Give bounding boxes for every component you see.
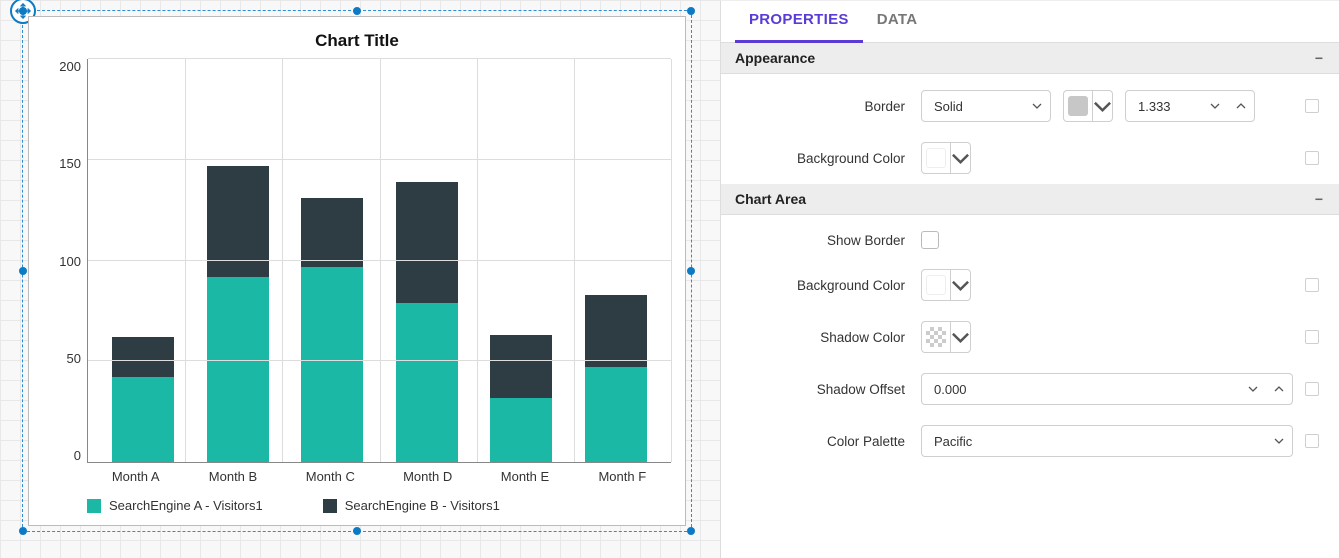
- y-tick: 200: [59, 59, 81, 74]
- label-shadow-offset: Shadow Offset: [741, 382, 921, 397]
- section-title: Appearance: [735, 50, 815, 66]
- x-tick: Month A: [87, 469, 184, 484]
- row-show-border: Show Border: [741, 231, 1319, 249]
- chart-legend: SearchEngine A - Visitors1 SearchEngine …: [43, 498, 671, 513]
- row-shadow-offset: Shadow Offset 0.000: [741, 373, 1319, 405]
- resize-handle[interactable]: [19, 267, 27, 275]
- properties-panel: PROPERTIES DATA Appearance − Border Soli…: [720, 0, 1339, 558]
- resize-handle[interactable]: [19, 527, 27, 535]
- spinner-down-icon[interactable]: [1240, 374, 1266, 404]
- design-canvas[interactable]: Chart Title 200150100500 Month AMonth BM…: [0, 0, 720, 558]
- border-style-value: Solid: [934, 99, 963, 114]
- chevron-down-icon: [950, 143, 970, 173]
- tab-data[interactable]: DATA: [863, 1, 932, 42]
- expression-box[interactable]: [1305, 382, 1319, 396]
- show-border-checkbox[interactable]: [921, 231, 939, 249]
- legend-label: SearchEngine A - Visitors1: [109, 498, 263, 513]
- appearance-bg-color-select[interactable]: [921, 142, 971, 174]
- y-tick: 100: [59, 254, 81, 269]
- x-tick: Month C: [282, 469, 379, 484]
- y-tick: 150: [59, 156, 81, 171]
- chart-container[interactable]: Chart Title 200150100500 Month AMonth BM…: [28, 16, 686, 526]
- section-appearance-header[interactable]: Appearance −: [721, 43, 1339, 74]
- row-color-palette: Color Palette Pacific: [741, 425, 1319, 457]
- chevron-down-icon: [950, 270, 970, 300]
- section-chart-area-body: Show Border Background Color Shadow Colo…: [721, 215, 1339, 467]
- bar: [396, 59, 458, 462]
- spinner-up-icon[interactable]: [1266, 374, 1292, 404]
- x-tick: Month B: [184, 469, 281, 484]
- resize-handle[interactable]: [687, 7, 695, 15]
- tab-properties[interactable]: PROPERTIES: [735, 1, 863, 43]
- row-shadow-color: Shadow Color: [741, 321, 1319, 353]
- chevron-down-icon: [1092, 91, 1112, 121]
- legend-swatch-icon: [87, 499, 101, 513]
- section-chart-area-header[interactable]: Chart Area −: [721, 184, 1339, 215]
- color-swatch-icon: [1068, 96, 1088, 116]
- label-show-border: Show Border: [741, 233, 921, 248]
- expression-box[interactable]: [1305, 151, 1319, 165]
- resize-handle[interactable]: [687, 527, 695, 535]
- expression-box[interactable]: [1305, 99, 1319, 113]
- label-border: Border: [741, 99, 921, 114]
- row-border: Border Solid 1.333: [741, 90, 1319, 122]
- label-chartarea-bg: Background Color: [741, 278, 921, 293]
- label-shadow-color: Shadow Color: [741, 330, 921, 345]
- y-tick: 50: [67, 351, 81, 366]
- chart-y-axis: 200 150 100 50 0: [43, 59, 87, 463]
- color-swatch-icon: [926, 148, 946, 168]
- bar: [207, 59, 269, 462]
- legend-swatch-icon: [323, 499, 337, 513]
- palette-value: Pacific: [934, 434, 972, 449]
- bar: [112, 59, 174, 462]
- chart-plot-area: [87, 59, 671, 463]
- legend-label: SearchEngine B - Visitors1: [345, 498, 500, 513]
- chart-plot: 200 150 100 50 0: [43, 59, 671, 463]
- expression-box[interactable]: [1305, 278, 1319, 292]
- x-tick: Month E: [476, 469, 573, 484]
- x-tick: Month F: [574, 469, 671, 484]
- legend-item-b: SearchEngine B - Visitors1: [323, 498, 500, 513]
- color-palette-select[interactable]: Pacific: [921, 425, 1293, 457]
- resize-handle[interactable]: [19, 7, 27, 15]
- panel-tabs: PROPERTIES DATA: [721, 1, 1339, 43]
- chart-x-axis: Month AMonth BMonth CMonth DMonth EMonth…: [43, 469, 671, 484]
- border-color-select[interactable]: [1063, 90, 1113, 122]
- color-swatch-icon: [926, 327, 946, 347]
- bar: [301, 59, 363, 462]
- shadow-offset-value: 0.000: [934, 382, 1240, 397]
- x-tick: Month D: [379, 469, 476, 484]
- chevron-down-icon: [1274, 436, 1284, 446]
- legend-item-a: SearchEngine A - Visitors1: [87, 498, 263, 513]
- border-style-select[interactable]: Solid: [921, 90, 1051, 122]
- section-appearance-body: Border Solid 1.333: [721, 74, 1339, 184]
- label-bg: Background Color: [741, 151, 921, 166]
- row-appearance-bg: Background Color: [741, 142, 1319, 174]
- bar: [585, 59, 647, 462]
- shadow-color-select[interactable]: [921, 321, 971, 353]
- chartarea-bg-color-select[interactable]: [921, 269, 971, 301]
- spinner-up-icon[interactable]: [1228, 91, 1254, 121]
- chevron-down-icon: [950, 322, 970, 352]
- section-title: Chart Area: [735, 191, 806, 207]
- resize-handle[interactable]: [687, 267, 695, 275]
- color-swatch-icon: [926, 275, 946, 295]
- collapse-icon[interactable]: −: [1313, 50, 1325, 66]
- border-width-spinner[interactable]: 1.333: [1125, 90, 1255, 122]
- shadow-offset-spinner[interactable]: 0.000: [921, 373, 1293, 405]
- chart-title: Chart Title: [43, 27, 671, 59]
- collapse-icon[interactable]: −: [1313, 191, 1325, 207]
- label-palette: Color Palette: [741, 434, 921, 449]
- resize-handle[interactable]: [353, 7, 361, 15]
- row-chartarea-bg: Background Color: [741, 269, 1319, 301]
- border-width-value: 1.333: [1138, 99, 1202, 114]
- expression-box[interactable]: [1305, 434, 1319, 448]
- resize-handle[interactable]: [353, 527, 361, 535]
- bar: [490, 59, 552, 462]
- spinner-down-icon[interactable]: [1202, 91, 1228, 121]
- chart-selection[interactable]: Chart Title 200150100500 Month AMonth BM…: [22, 10, 692, 532]
- y-tick: 0: [74, 448, 81, 463]
- expression-box[interactable]: [1305, 330, 1319, 344]
- chevron-down-icon: [1032, 101, 1042, 111]
